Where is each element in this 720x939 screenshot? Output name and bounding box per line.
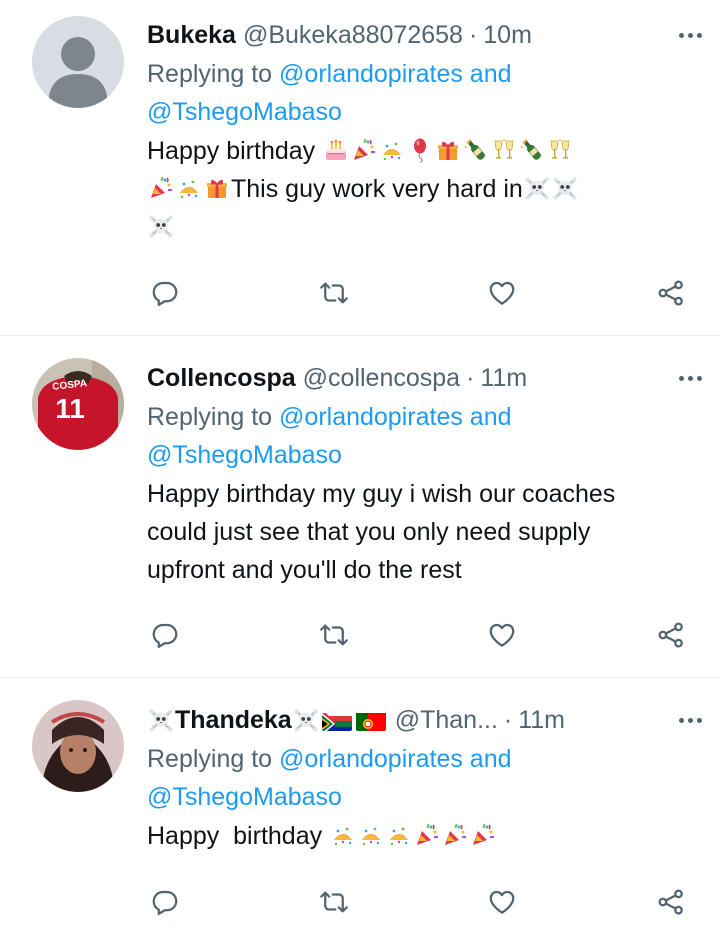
party-popper-icon [351,137,377,163]
timestamp[interactable]: 11m [518,702,565,738]
birthday-cake-icon [323,137,349,163]
avatar[interactable] [32,16,124,108]
tweet-text-line: Happy birthday [147,137,316,165]
avatar[interactable] [32,700,124,792]
confetti-ball-icon [386,822,412,848]
south-africa-flag-icon [321,709,352,731]
party-popper-icon [414,822,440,848]
user-handle[interactable]: @Than... [395,702,498,738]
replying-prefix: Replying to [147,403,280,431]
separator-dot: · [503,706,513,734]
skull-crossbones-icon [293,707,319,733]
retweet-icon[interactable] [316,884,352,920]
skull-crossbones-icon [148,213,174,239]
tweet-text-line: Happy birthday [147,822,323,850]
mention-link[interactable]: @orlandopirates [279,745,463,773]
mention-link[interactable]: @orlandopirates [279,403,463,431]
replying-to: Replying to @orlandopirates and @TshegoM… [147,740,702,816]
portugal-flag-icon [355,709,386,731]
mention-link[interactable]: @TshegoMabaso [147,783,342,811]
champagne-bottle-icon [519,137,545,163]
timestamp[interactable]: 10m [483,17,532,53]
skull-crossbones-icon [552,175,578,201]
tweet-actions [147,617,695,653]
user-handle[interactable]: @Bukeka88072658 [243,17,463,53]
reply-icon[interactable] [147,275,183,311]
tweet-2[interactable]: COSPA 11 Collencospa @collencospa · 11m … [0,336,720,677]
mention-link[interactable]: @TshegoMabaso [147,98,342,126]
replying-to: Replying to @orlandopirates and @TshegoM… [147,55,702,131]
jersey-number: 11 [55,393,85,424]
confetti-ball-icon [379,137,405,163]
tweet-header: Bukeka @Bukeka88072658 · 10m [147,17,702,53]
retweet-icon[interactable] [316,617,352,653]
share-icon[interactable] [653,275,689,311]
separator-dot: · [468,21,478,49]
display-name[interactable]: Bukeka [147,17,236,53]
skull-crossbones-icon [148,707,174,733]
like-icon[interactable] [484,617,520,653]
like-icon[interactable] [484,884,520,920]
replying-and[interactable]: and [463,60,512,88]
share-icon[interactable] [653,617,689,653]
mention-link[interactable]: @orlandopirates [279,60,463,88]
tweet-text: Happy birthday my guy i wish our coaches… [147,480,616,584]
profile-photo: COSPA 11 [32,358,124,450]
reply-icon[interactable] [147,884,183,920]
champagne-bottle-icon [463,137,489,163]
reply-icon[interactable] [147,617,183,653]
more-icon[interactable] [662,23,702,47]
replying-prefix: Replying to [147,60,280,88]
confetti-ball-icon [330,822,356,848]
replying-and[interactable]: and [463,745,512,773]
tweet-header: Collencospa @collencospa · 11m [147,360,702,396]
replying-prefix: Replying to [147,745,280,773]
party-popper-icon [442,822,468,848]
timestamp[interactable]: 11m [480,360,527,396]
confetti-ball-icon [176,175,202,201]
retweet-icon[interactable] [316,275,352,311]
gift-icon [435,137,461,163]
profile-photo [32,700,124,792]
tweet-text: Happy birthday [147,817,702,855]
tweet-text-line: This guy work very hard in [231,175,523,203]
more-icon[interactable] [662,708,702,732]
gift-icon [204,175,230,201]
party-popper-icon [148,175,174,201]
more-icon[interactable] [662,366,702,390]
tweet-3[interactable]: Thandeka @Than... · 11m Replying to @orl… [0,678,720,939]
tweet-actions [147,884,695,920]
skull-crossbones-icon [524,175,550,201]
mention-link[interactable]: @TshegoMabaso [147,441,342,469]
tweet-text: Happy birthday This guy work very hard i… [147,132,702,246]
replying-and[interactable]: and [463,403,512,431]
avatar[interactable]: COSPA 11 [32,358,124,450]
display-name[interactable]: Collencospa [147,360,296,396]
like-icon[interactable] [484,275,520,311]
default-avatar-icon [32,16,124,108]
share-icon[interactable] [653,884,689,920]
balloon-icon [407,137,433,163]
replying-to: Replying to @orlandopirates and @TshegoM… [147,398,702,474]
tweet-header: Thandeka @Than... · 11m [147,702,702,738]
clinking-glasses-icon [491,137,517,163]
user-handle[interactable]: @collencospa [303,360,460,396]
party-popper-icon [470,822,496,848]
clinking-glasses-icon [547,137,573,163]
separator-dot: · [466,364,475,392]
tweet-actions [147,275,695,311]
tweet-1[interactable]: Bukeka @Bukeka88072658 · 10m Replying to… [0,0,720,335]
display-name[interactable]: Thandeka [175,702,292,738]
confetti-ball-icon [358,822,384,848]
